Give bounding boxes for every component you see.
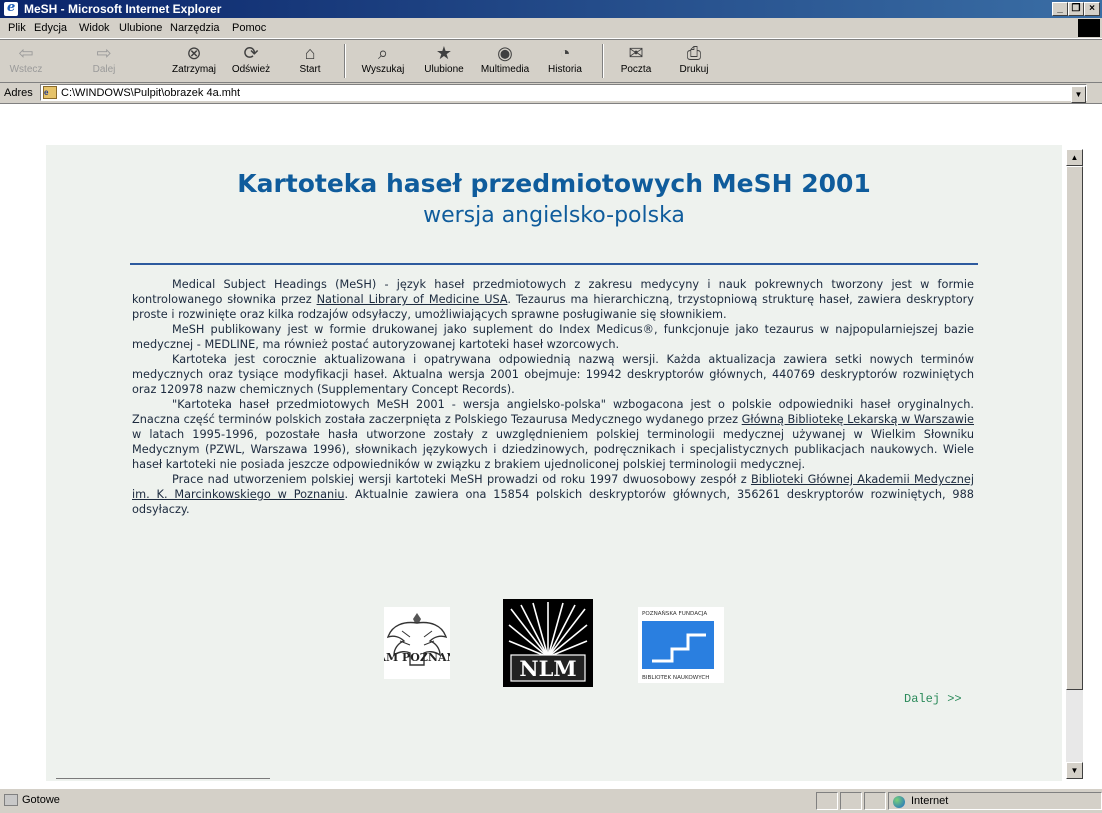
status-cell <box>864 792 886 810</box>
search-button[interactable]: ⌕ Wyszukaj <box>356 42 410 80</box>
home-icon: ⌂ <box>304 43 316 63</box>
address-input[interactable]: e C:\WINDOWS\Pulpit\obrazek 4a.mht ▼ <box>40 84 1087 103</box>
printer-icon: ⎙ <box>686 43 702 63</box>
page-file-icon: e <box>43 86 57 99</box>
page-subtitle: wersja angielsko-polska <box>423 203 685 228</box>
menu-narzedzia[interactable]: Narzędzia <box>170 22 220 34</box>
page-content: Kartoteka haseł przedmiotowych MeSH 2001… <box>46 145 1062 781</box>
status-cell <box>816 792 838 810</box>
am-poznan-eagle-logo: AM POZNAŃ <box>376 607 457 679</box>
nlm-logo: NLM <box>503 599 593 687</box>
toolbar: ⇦ Wstecz ⇨ Dalej ⊗ Zatrzymaj ⟳ Odśwież ⌂ Star… <box>0 39 1102 83</box>
toolbar-separator <box>344 44 346 78</box>
window-title: MeSH - Microsoft Internet Explorer <box>24 2 222 16</box>
menu-widok[interactable]: Widok <box>79 22 110 34</box>
back-button[interactable]: ⇦ Wstecz <box>4 42 48 80</box>
refresh-button[interactable]: ⟳ Odśwież <box>226 42 276 80</box>
next-page-link[interactable]: Dalej >> <box>904 692 962 706</box>
menu-bar: Plik Edycja Widok Ulubione Narzędzia Pom… <box>0 18 1102 39</box>
status-text: Gotowe <box>22 794 60 806</box>
refresh-icon: ⟳ <box>243 43 259 63</box>
mail-icon: ✉ <box>628 43 644 63</box>
internet-globe-icon <box>893 796 905 808</box>
status-bar: Gotowe Internet <box>0 788 1102 813</box>
back-arrow-icon: ⇦ <box>18 43 34 63</box>
poznan-foundation-logo: POZNAŃSKA FUNDACJA BIBLIOTEK NAUKOWYCH <box>638 607 724 683</box>
status-cell <box>840 792 862 810</box>
address-bar: Adres e C:\WINDOWS\Pulpit\obrazek 4a.mht… <box>0 83 1102 104</box>
eagle-icon: AM POZNAŃ <box>376 613 457 666</box>
menu-edycja[interactable]: Edycja <box>34 22 67 34</box>
search-icon: ⌕ <box>377 43 389 63</box>
address-url: C:\WINDOWS\Pulpit\obrazek 4a.mht <box>61 87 241 99</box>
gbl-link[interactable]: Główną Bibliotekę Lekarską w Warszawie <box>742 413 974 426</box>
print-button[interactable]: ⎙ Drukuj <box>670 42 718 80</box>
close-button[interactable]: × <box>1084 2 1100 16</box>
page-viewport: Kartoteka haseł przedmiotowych MeSH 2001… <box>0 104 1102 788</box>
am-logo-text: AM POZNAŃ <box>384 650 450 664</box>
scroll-thumb[interactable] <box>1066 166 1083 690</box>
logos-row: AM POZNAŃ <box>376 595 734 695</box>
forward-button[interactable]: ⇨ Dalej <box>82 42 126 80</box>
maximize-button[interactable]: ❐ <box>1068 2 1084 16</box>
history-button[interactable]: ◔ Historia <box>538 42 592 80</box>
media-icon: ◉ <box>497 43 513 63</box>
menu-pomoc[interactable]: Pomoc <box>232 22 266 34</box>
toolbar-separator <box>602 44 604 78</box>
ie-logo-icon <box>4 0 18 16</box>
home-button[interactable]: ⌂ Start <box>290 42 330 80</box>
paragraph-5: Prace nad utworzeniem polskiej wersji ka… <box>132 473 974 516</box>
windows-logo-icon <box>1078 19 1100 37</box>
menu-ulubione[interactable]: Ulubione <box>119 22 162 34</box>
nlm-rays-icon: NLM <box>508 602 588 682</box>
minimize-button[interactable]: _ <box>1052 2 1068 16</box>
page-status-icon <box>4 794 18 806</box>
pf-logo-bottom-text: BIBLIOTEK NAUKOWYCH <box>642 675 710 681</box>
page-title: Kartoteka haseł przedmiotowych MeSH 2001 <box>237 169 871 198</box>
title-bar: MeSH - Microsoft Internet Explorer _ ❐ × <box>0 0 1102 18</box>
article-text: Medical Subject Headings (MeSH) - język … <box>132 277 974 517</box>
stop-icon: ⊗ <box>186 43 202 63</box>
stop-button[interactable]: ⊗ Zatrzymaj <box>164 42 224 80</box>
history-icon: ◔ <box>559 43 571 63</box>
mail-button[interactable]: ✉ Poczta <box>612 42 660 80</box>
foundation-steps-icon: POZNAŃSKA FUNDACJA BIBLIOTEK NAUKOWYCH <box>642 610 714 681</box>
paragraph-3: Kartoteka jest corocznie aktualizowana i… <box>132 353 974 396</box>
footer-line <box>56 778 270 779</box>
scroll-down-button[interactable]: ▼ <box>1066 762 1083 779</box>
address-label: Adres <box>4 87 33 99</box>
scroll-up-button[interactable]: ▲ <box>1066 149 1083 166</box>
forward-arrow-icon: ⇨ <box>96 43 112 63</box>
nlm-link[interactable]: National Library of Medicine USA <box>317 293 508 306</box>
favorites-icon: ★ <box>435 43 453 63</box>
zone-text: Internet <box>911 795 949 807</box>
media-button[interactable]: ◉ Multimedia <box>476 42 534 80</box>
paragraph-1: Medical Subject Headings (MeSH) - język … <box>132 278 974 321</box>
menu-plik[interactable]: Plik <box>8 22 26 34</box>
nlm-logo-text: NLM <box>519 656 576 681</box>
pf-logo-top-text: POZNAŃSKA FUNDACJA <box>642 610 707 617</box>
vertical-scrollbar[interactable]: ▲ ▼ <box>1066 149 1083 779</box>
favorites-button[interactable]: ★ Ulubione <box>416 42 472 80</box>
paragraph-2: MeSH publikowany jest w formie drukowane… <box>132 323 974 351</box>
security-zone: Internet <box>888 792 1102 810</box>
paragraph-4: "Kartoteka haseł przedmiotowych MeSH 200… <box>132 398 974 471</box>
address-dropdown-button[interactable]: ▼ <box>1071 86 1086 103</box>
title-divider <box>130 263 978 265</box>
